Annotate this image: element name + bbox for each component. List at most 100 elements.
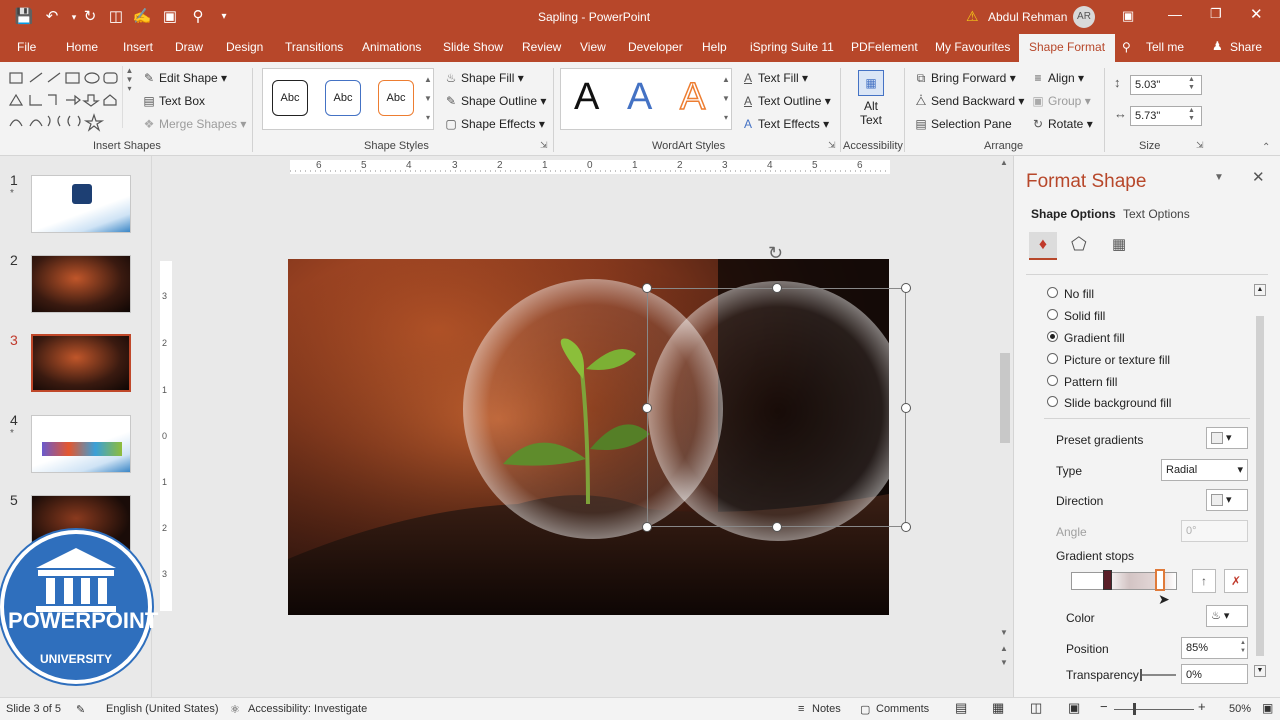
text-fill-button[interactable]: A Text Fill ▾ — [741, 71, 808, 85]
scroll-up-icon[interactable]: ▲ — [1000, 158, 1008, 167]
start-from-beginning-icon[interactable]: ◫ — [106, 7, 126, 27]
angle-input[interactable]: 0° — [1181, 520, 1248, 542]
collapse-ribbon-icon[interactable]: ⌃ — [1262, 142, 1270, 153]
slide-thumbnail-1[interactable] — [31, 175, 131, 233]
avatar[interactable]: AR — [1073, 6, 1095, 28]
tab-view[interactable]: View — [580, 40, 606, 54]
shapes-gallery[interactable] — [8, 70, 120, 132]
group-button[interactable]: ▣ Group ▾ — [1031, 94, 1090, 108]
rotate-button[interactable]: ↻ Rotate ▾ — [1031, 117, 1093, 131]
radio-gradient-fill[interactable] — [1047, 331, 1058, 342]
close-pane-icon[interactable]: ✕ — [1252, 168, 1265, 186]
wordart-style-orange[interactable]: A — [679, 75, 706, 119]
notes-button[interactable]: Notes — [812, 703, 841, 715]
tab-help[interactable]: Help — [702, 40, 727, 54]
comments-button[interactable]: Comments — [876, 703, 929, 715]
size-properties-icon[interactable]: ▦ — [1112, 235, 1126, 253]
zoom-out-icon[interactable]: − — [1100, 699, 1108, 714]
shape-style-blue[interactable]: Abc — [325, 80, 361, 116]
label-gradient-fill[interactable]: Gradient fill — [1064, 331, 1125, 345]
resize-handle[interactable] — [901, 283, 911, 293]
transparency-slider[interactable] — [1140, 674, 1176, 676]
height-spinner[interactable]: ▲ ▼ — [1188, 76, 1195, 92]
color-dropdown[interactable]: ♨ ▾ — [1206, 605, 1248, 627]
type-dropdown[interactable]: Radial ▾ — [1161, 459, 1248, 481]
shape-effects-button[interactable]: ▢ Shape Effects ▾ — [444, 117, 545, 131]
accessibility-status[interactable]: Accessibility: Investigate — [248, 703, 367, 715]
resize-handle[interactable] — [901, 403, 911, 413]
resize-handle[interactable] — [772, 283, 782, 293]
label-picture-fill[interactable]: Picture or texture fill — [1064, 353, 1170, 367]
tab-my-favourites[interactable]: My Favourites — [935, 40, 1010, 54]
tab-shape-format[interactable]: Shape Format — [1019, 34, 1116, 62]
label-slide-background-fill[interactable]: Slide background fill — [1064, 396, 1171, 410]
direction-dropdown[interactable]: ▾ — [1206, 489, 1248, 511]
effects-pentagon-icon[interactable]: ⬠ — [1071, 234, 1087, 255]
bring-forward-button[interactable]: ⧉ Bring Forward ▾ — [914, 71, 1016, 86]
text-outline-button[interactable]: A Text Outline ▾ — [741, 94, 831, 108]
label-pattern-fill[interactable]: Pattern fill — [1064, 375, 1117, 389]
zoom-slider[interactable] — [1114, 709, 1194, 710]
transparency-slider-thumb[interactable] — [1140, 669, 1142, 681]
minimize-icon[interactable]: — — [1168, 6, 1182, 22]
shape-style-orange[interactable]: Abc — [378, 80, 414, 116]
wordart-scroll[interactable]: ▲ ▼ ▾ — [720, 70, 732, 130]
tab-transitions[interactable]: Transitions — [285, 40, 343, 54]
transparency-input[interactable]: 0% — [1181, 664, 1248, 684]
slide-sorter-icon[interactable]: ▦ — [992, 700, 1004, 716]
undo-icon[interactable]: ↶ — [42, 7, 62, 27]
reading-view-icon[interactable]: ◫ — [1030, 700, 1042, 716]
align-button[interactable]: ≡ Align ▾ — [1031, 71, 1084, 85]
tab-insert[interactable]: Insert — [123, 40, 153, 54]
fit-to-window-icon[interactable]: ▣ — [1262, 701, 1273, 715]
rotate-handle-icon[interactable]: ↻ — [768, 243, 783, 264]
shapes-gallery-scroll[interactable]: ▲ ▼ ▾ — [122, 66, 136, 128]
tab-design[interactable]: Design — [226, 40, 263, 54]
close-window-icon[interactable]: ✕ — [1250, 5, 1263, 23]
restore-icon[interactable]: ❐ — [1210, 6, 1222, 22]
alt-text-button[interactable]: ▦ Alt Text — [848, 68, 894, 136]
resize-handle[interactable] — [642, 283, 652, 293]
zoom-in-icon[interactable]: + — [1198, 699, 1206, 714]
warning-icon[interactable]: ⚠ — [966, 8, 979, 25]
selection-pane-button[interactable]: ▤ Selection Pane — [914, 117, 1011, 131]
text-effects-button[interactable]: A Text Effects ▾ — [741, 117, 829, 131]
slide-show-icon[interactable]: ▣ — [1068, 700, 1080, 716]
pane-scrollbar[interactable]: ▲ ▼ — [1254, 284, 1266, 679]
label-solid-fill[interactable]: Solid fill — [1064, 309, 1105, 323]
slide-thumbnail-3[interactable] — [31, 334, 131, 392]
shape-styles-launcher-icon[interactable]: ⇲ — [540, 140, 548, 151]
customize-qat-icon[interactable]: ▾ — [214, 7, 234, 27]
tab-pdfelement[interactable]: PDFelement — [851, 40, 918, 54]
ribbon-display-icon[interactable]: ▣ — [1122, 8, 1134, 24]
gradient-stop-2-selected[interactable] — [1155, 569, 1165, 591]
tab-developer[interactable]: Developer — [628, 40, 683, 54]
wordart-style-black[interactable]: A — [574, 76, 599, 119]
tell-me[interactable]: Tell me — [1146, 40, 1184, 54]
tab-ispring[interactable]: iSpring Suite 11 — [750, 40, 834, 54]
save-icon[interactable]: 💾 — [14, 7, 34, 27]
text-box-button[interactable]: ▤ Text Box — [142, 94, 205, 108]
preset-gradients-dropdown[interactable]: ▾ — [1206, 427, 1248, 449]
wordart-launcher-icon[interactable]: ⇲ — [828, 140, 836, 151]
pane-scroll-thumb[interactable] — [1256, 316, 1264, 656]
position-spinner[interactable]: ▲ ▼ — [1240, 639, 1246, 655]
comments-icon[interactable]: ▢ — [860, 703, 870, 716]
radio-slide-background-fill[interactable] — [1047, 396, 1058, 407]
size-launcher-icon[interactable]: ⇲ — [1196, 140, 1204, 151]
resize-handle[interactable] — [901, 522, 911, 532]
radio-pattern-fill[interactable] — [1047, 375, 1058, 386]
tab-home[interactable]: Home — [66, 40, 98, 54]
pane-scroll-up-icon[interactable]: ▲ — [1254, 284, 1266, 296]
slide-thumbnail-4[interactable] — [31, 415, 131, 473]
scroll-thumb[interactable] — [1000, 353, 1010, 443]
shape-outline-button[interactable]: ✎ Shape Outline ▾ — [444, 94, 546, 108]
tab-animations[interactable]: Animations — [362, 40, 421, 54]
tab-shape-options[interactable]: Shape Options — [1031, 207, 1116, 221]
add-gradient-stop-icon[interactable]: ↑ — [1192, 569, 1216, 593]
width-spinner[interactable]: ▲ ▼ — [1188, 107, 1195, 123]
present-icon[interactable]: ▣ — [160, 7, 180, 27]
spell-check-icon[interactable]: ✎ — [76, 703, 85, 716]
normal-view-icon[interactable]: ▤ — [955, 700, 967, 716]
resize-handle[interactable] — [642, 522, 652, 532]
